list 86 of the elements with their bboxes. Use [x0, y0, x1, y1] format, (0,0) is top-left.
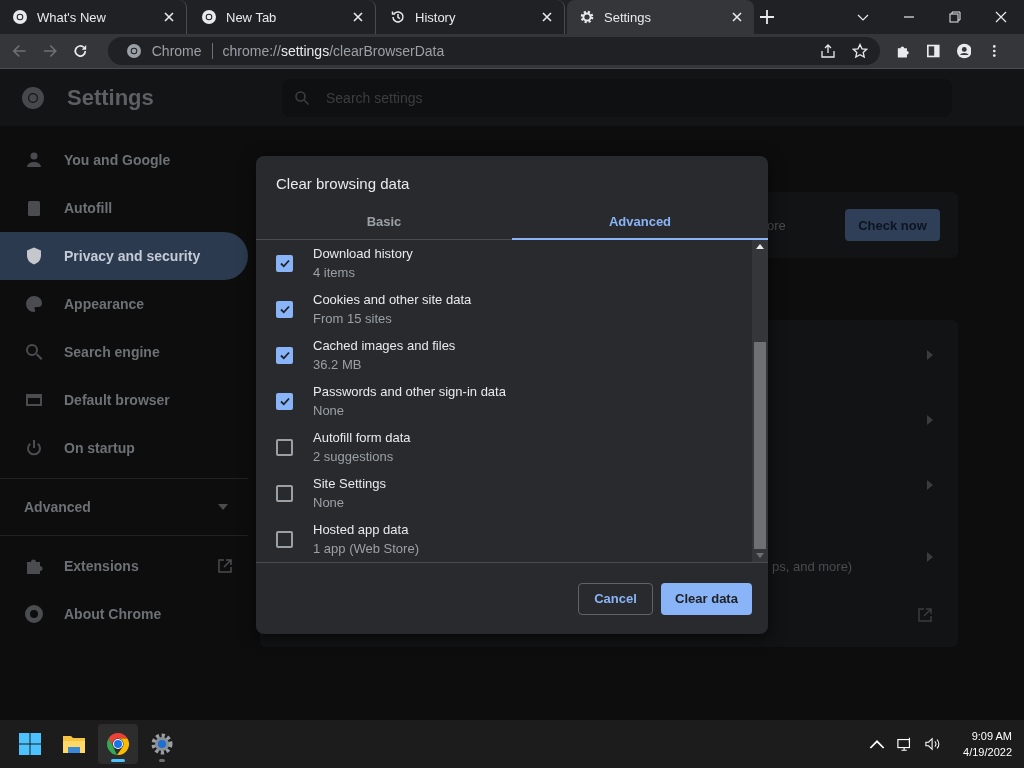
person-icon	[24, 150, 44, 170]
item-label: Cookies and other site data	[313, 292, 472, 307]
item-label: Cached images and files	[313, 338, 456, 353]
restore-icon[interactable]	[949, 11, 961, 23]
item-label: Autofill form data	[313, 430, 411, 445]
settings-title: Settings	[67, 84, 155, 111]
card-text: ps, and more)	[772, 559, 853, 574]
cancel-button[interactable]: Cancel	[578, 582, 653, 615]
item-label: Download history	[313, 246, 413, 261]
item-label: Hosted app data	[313, 522, 410, 537]
shield-icon	[24, 246, 44, 266]
dialog-tab[interactable]: Basic	[256, 209, 512, 240]
site-label: Chrome	[151, 43, 202, 59]
gear-icon	[150, 732, 174, 756]
forward-icon[interactable]	[42, 43, 58, 59]
puzzle-icon[interactable]	[895, 43, 911, 59]
checkbox[interactable]	[276, 300, 293, 318]
sidebar-item[interactable]: Search engine	[0, 328, 248, 376]
browser-tab[interactable]: Settings	[567, 0, 754, 34]
check-icon	[278, 395, 291, 407]
sidebar-item[interactable]: Default browser	[0, 376, 248, 424]
item-detail: 1 app (Web Store)	[313, 541, 419, 556]
item-label: Passwords and other sign-in data	[313, 384, 506, 399]
sidebar-item[interactable]: You and Google	[0, 136, 248, 184]
sidebar-item[interactable]: About Chrome	[0, 590, 248, 638]
taskbar-app[interactable]	[98, 724, 138, 764]
url-text: chrome://settings/clearBrowserData	[222, 43, 445, 59]
close-icon[interactable]	[353, 12, 363, 22]
item-detail: None	[313, 495, 346, 510]
dialog-tab[interactable]: Advanced	[512, 209, 768, 240]
clear-data-button[interactable]: Clear data	[661, 582, 752, 615]
power-icon	[24, 438, 44, 458]
address-bar[interactable]: Chrome chrome://settings/clearBrowserData	[107, 37, 880, 65]
sidebar-item[interactable]: Extensions	[0, 542, 248, 590]
scroll-up-icon[interactable]	[756, 244, 764, 249]
search-icon	[294, 89, 310, 106]
check-icon	[278, 257, 291, 269]
share-icon[interactable]	[819, 43, 836, 59]
chrome-icon	[201, 9, 217, 25]
dialog-title: Clear browsing data	[275, 174, 411, 194]
reload-icon[interactable]	[73, 43, 88, 59]
card-text: ore	[767, 217, 786, 233]
sidebar-item[interactable]: Privacy and security	[0, 232, 248, 280]
close-icon[interactable]	[995, 11, 1007, 23]
checkbox[interactable]	[276, 392, 293, 410]
search-icon	[24, 342, 44, 362]
sidebar-item[interactable]: Autofill	[0, 184, 248, 232]
advanced-section[interactable]: Advanced	[0, 485, 248, 529]
checkbox[interactable]	[276, 254, 293, 272]
item-label: Site Settings	[313, 476, 386, 491]
new-tab-icon[interactable]	[760, 10, 774, 24]
close-icon[interactable]	[542, 12, 552, 22]
palette-icon	[24, 294, 44, 314]
item-detail: From 15 sites	[313, 311, 393, 326]
check-icon	[278, 349, 291, 361]
item-detail: None	[313, 403, 346, 418]
chrome-logo-icon	[21, 85, 45, 110]
chrome-icon	[12, 9, 28, 25]
windows-start-icon	[18, 732, 42, 756]
checkbox[interactable]	[276, 438, 293, 456]
chrome-icon	[125, 43, 142, 59]
close-icon[interactable]	[732, 12, 742, 22]
checkbox[interactable]	[276, 530, 293, 548]
scroll-down-icon[interactable]	[756, 553, 764, 558]
check-icon	[278, 303, 291, 315]
external-link-icon	[217, 558, 233, 574]
item-detail: 2 suggestions	[313, 449, 395, 464]
volume-icon[interactable]	[925, 736, 942, 752]
gear-icon	[579, 9, 595, 25]
chrome-icon	[24, 604, 44, 624]
star-icon[interactable]	[851, 43, 868, 59]
scrollbar[interactable]	[752, 240, 768, 562]
caret-icon	[218, 504, 228, 510]
sidebar-item[interactable]: On startup	[0, 424, 248, 472]
close-icon[interactable]	[164, 12, 174, 22]
item-detail: 4 items	[313, 265, 356, 280]
checkbox[interactable]	[276, 484, 293, 502]
clock[interactable]: 9:09 AM 4/19/2022	[963, 728, 1012, 760]
side-panel-icon[interactable]	[926, 43, 941, 59]
back-icon[interactable]	[12, 43, 27, 59]
item-detail: 36.2 MB	[313, 357, 363, 372]
chrome-icon	[106, 732, 130, 756]
sidebar-item[interactable]: Appearance	[0, 280, 248, 328]
profile-icon[interactable]	[956, 43, 972, 59]
history-icon	[390, 9, 406, 25]
checkbox[interactable]	[276, 346, 293, 364]
